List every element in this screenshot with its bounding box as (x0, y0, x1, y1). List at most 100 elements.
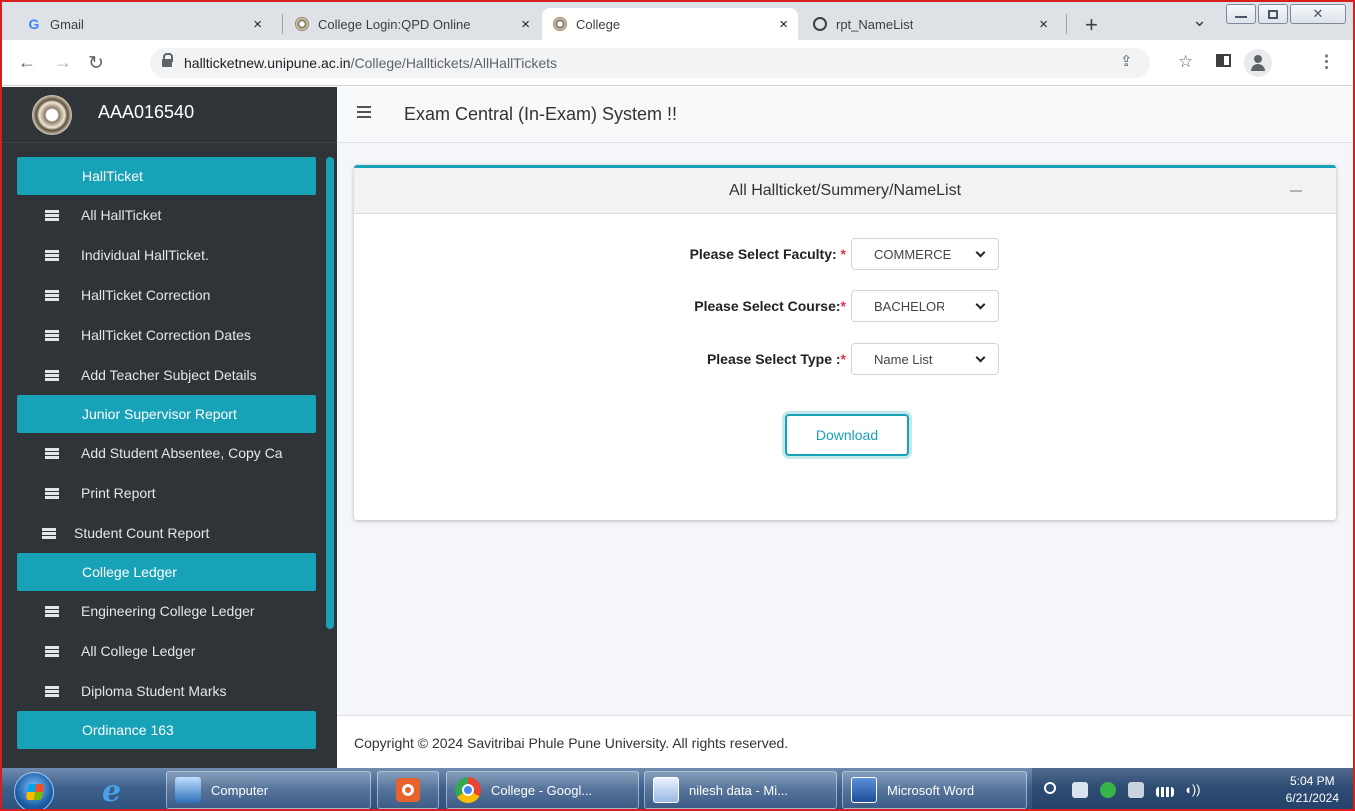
sidebar-section-ordinance-163[interactable]: Ordinance 163 (17, 711, 316, 749)
profile-avatar-icon[interactable] (1244, 49, 1272, 77)
volume-icon[interactable]: ◖)) (1184, 782, 1201, 798)
list-icon (45, 369, 59, 381)
tab-search-dropdown-icon[interactable]: ⌄ (1192, 10, 1207, 31)
computer-icon (175, 777, 201, 803)
globe-icon (812, 16, 828, 32)
taskbar-chrome[interactable]: College - Googl... (446, 771, 639, 809)
screen-frame: G Gmail × College Login:QPD Online × Col… (0, 0, 1355, 811)
taskbar-item-label: College - Googl... (491, 782, 593, 798)
forward-icon[interactable]: → (54, 52, 72, 73)
restore-window-button[interactable] (1258, 4, 1288, 24)
sidebar: AAA016540 HallTicket All HallTicket Indi… (2, 87, 337, 768)
tab-separator (282, 14, 283, 34)
network-adapter-icon[interactable] (1128, 782, 1144, 798)
type-row: Please Select Type :* Name List (354, 343, 1336, 375)
course-select[interactable]: BACHELOR OF COMMERCE (851, 290, 999, 322)
word-document-icon (653, 777, 679, 803)
taskbar-word-document[interactable]: nilesh data - Mi... (644, 771, 837, 809)
bookmark-star-icon[interactable]: ☆ (1178, 52, 1193, 72)
sidebar-item-label: Print Report (81, 485, 156, 501)
page-title: Exam Central (In-Exam) System !! (404, 104, 678, 124)
menu-kebab-icon[interactable]: ⋮ (1318, 52, 1335, 72)
sidebar-item-diploma-student-marks[interactable]: Diploma Student Marks (2, 671, 322, 711)
address-bar[interactable]: hallticketnew.unipune.ac.in/College/Hall… (150, 48, 1150, 78)
list-icon (45, 447, 59, 459)
list-icon (45, 209, 59, 221)
sidebar-item-hallticket-correction-dates[interactable]: HallTicket Correction Dates (2, 315, 322, 355)
download-button[interactable]: Download (785, 414, 909, 456)
sidebar-item-student-count-report[interactable]: Student Count Report (2, 513, 322, 553)
tab-rpt-namelist[interactable]: rpt_NameList × (802, 8, 1058, 40)
university-seal-icon (294, 16, 310, 32)
windows-taskbar: e Computer College - Googl... nilesh dat… (2, 768, 1353, 809)
new-tab-button[interactable]: + (1085, 12, 1098, 38)
system-tray: ◖)) 5:04 PM 6/21/2024 (1032, 768, 1353, 809)
tab-title: College Login:QPD Online (318, 16, 471, 32)
reload-icon[interactable]: ↻ (88, 52, 104, 75)
gmail-icon: G (28, 16, 40, 32)
security-status-icon[interactable] (1100, 782, 1116, 798)
type-label: Please Select Type :* (706, 351, 846, 367)
sidebar-item-engineering-college-ledger[interactable]: Engineering College Ledger (2, 591, 322, 631)
internet-explorer-icon[interactable]: e (102, 774, 121, 809)
close-tab-icon[interactable]: × (779, 16, 788, 33)
university-seal-icon (552, 16, 568, 32)
chevron-down-icon (975, 299, 986, 310)
faculty-select[interactable]: COMMERCE (851, 238, 999, 270)
collapse-card-icon[interactable] (1290, 190, 1302, 192)
download-card: All Hallticket/Summery/NameList Please S… (354, 165, 1336, 520)
sidebar-brand[interactable]: AAA016540 (2, 87, 337, 143)
sidebar-item-individual-hallticket[interactable]: Individual HallTicket. (2, 235, 322, 275)
tab-gmail[interactable]: G Gmail × (16, 8, 272, 40)
faculty-selected-value: COMMERCE (874, 246, 952, 262)
type-select[interactable]: Name List (851, 343, 999, 375)
browser-tab-strip: G Gmail × College Login:QPD Online × Col… (2, 2, 1353, 40)
sidebar-section-junior-supervisor-report[interactable]: Junior Supervisor Report (17, 395, 316, 433)
sidebar-item-all-college-ledger[interactable]: All College Ledger (2, 631, 322, 671)
chevron-down-icon (975, 247, 986, 258)
app-header: Exam Central (In-Exam) System !! (337, 87, 1353, 143)
sidebar-item-label: Add Teacher Subject Details (81, 367, 257, 383)
sidebar-nav: HallTicket All HallTicket Individual Hal… (2, 157, 337, 749)
signal-strength-icon[interactable] (1156, 787, 1174, 797)
share-icon[interactable]: ⇪ (1120, 52, 1133, 70)
card-title: All Hallticket/Summery/NameList (728, 181, 962, 199)
sidebar-item-label: Add Student Absentee, Copy Ca (81, 445, 283, 461)
sidebar-item-print-report[interactable]: Print Report (2, 473, 322, 513)
back-icon[interactable]: ← (18, 52, 36, 73)
side-panel-icon[interactable] (1216, 52, 1231, 72)
sidebar-section-college-ledger[interactable]: College Ledger (17, 553, 316, 591)
sidebar-item-add-student-absentee[interactable]: Add Student Absentee, Copy Ca (2, 433, 322, 473)
sidebar-item-all-hallticket[interactable]: All HallTicket (2, 195, 322, 235)
chrome-icon (455, 777, 481, 803)
taskbar-microsoft-word[interactable]: Microsoft Word (842, 771, 1027, 809)
action-center-flag-icon[interactable] (1072, 782, 1088, 798)
system-clock[interactable]: 5:04 PM 6/21/2024 (1286, 773, 1339, 807)
close-window-button[interactable]: ✕ (1290, 4, 1346, 24)
tab-college[interactable]: College × (542, 8, 798, 40)
taskbar-media-app[interactable] (377, 771, 439, 809)
list-icon (42, 527, 56, 539)
tab-college-login[interactable]: College Login:QPD Online × (284, 8, 540, 40)
start-button[interactable] (14, 772, 54, 809)
type-selected-value: Name List (874, 351, 933, 367)
sidebar-item-add-teacher-subject-details[interactable]: Add Teacher Subject Details (2, 355, 322, 395)
url-path: /College/Halltickets/AllHallTickets (350, 55, 557, 71)
taskbar-computer[interactable]: Computer (166, 771, 371, 809)
taskbar-item-label: Microsoft Word (887, 782, 975, 798)
close-tab-icon[interactable]: × (521, 16, 530, 33)
close-tab-icon[interactable]: × (253, 16, 262, 33)
sidebar-scrollbar[interactable] (326, 157, 334, 629)
hamburger-menu-icon[interactable] (357, 106, 371, 118)
minimize-window-button[interactable] (1226, 4, 1256, 24)
tab-title: College (576, 16, 621, 32)
sidebar-item-hallticket-correction[interactable]: HallTicket Correction (2, 275, 322, 315)
list-icon (45, 249, 59, 261)
search-icon[interactable] (1044, 782, 1056, 794)
list-icon (45, 605, 59, 617)
required-mark: * (840, 298, 846, 314)
close-tab-icon[interactable]: × (1039, 16, 1048, 33)
sidebar-item-label: HallTicket Correction (81, 287, 211, 303)
clock-date: 6/21/2024 (1285, 791, 1339, 805)
sidebar-section-hallticket[interactable]: HallTicket (17, 157, 316, 195)
